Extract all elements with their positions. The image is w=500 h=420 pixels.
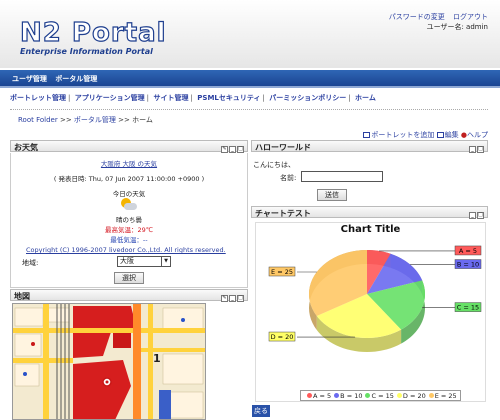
add-portlet-icon[interactable] (363, 132, 371, 138)
header-links: パスワードの変更 ログアウト (383, 12, 488, 22)
edit-link[interactable]: 編集 (445, 131, 459, 139)
map-image: 1 (13, 304, 205, 419)
hello-title: ハローワールド (255, 143, 311, 152)
nav-separator: | (348, 94, 351, 102)
nav-separator: | (190, 94, 193, 102)
add-portlet-link[interactable]: ポートレットを追加 (371, 131, 434, 139)
map-title: 地図 (14, 292, 30, 301)
nav-psml-security[interactable]: PSMLセキュリティ (197, 94, 260, 102)
map-portlet-title: 地図 ✎ _ □ (10, 289, 248, 302)
region-label: 地域: (22, 259, 39, 267)
breadcrumb-root[interactable]: Root Folder (18, 116, 58, 124)
legend-swatch-D (396, 393, 402, 398)
svg-text:1: 1 (153, 352, 161, 365)
weather-published: ( 発表日時: Thu, 07 Jun 2007 11:00:00 +0900 … (53, 175, 205, 183)
nav-home[interactable]: ホーム (355, 94, 376, 102)
weather-content: 大阪府 大阪 の天気 ( 発表日時: Thu, 07 Jun 2007 11:0… (10, 154, 248, 244)
change-password-link[interactable]: パスワードの変更 (389, 13, 445, 21)
name-label: 名前: (280, 174, 297, 182)
menu-portal-admin[interactable]: ポータル管理 (55, 75, 97, 83)
breadcrumb-portal-admin[interactable]: ポータル管理 (74, 116, 116, 124)
maximize-icon[interactable]: □ (477, 146, 484, 153)
help-link[interactable]: ヘルプ (467, 131, 488, 139)
nav-separator: | (68, 94, 71, 102)
region-select[interactable]: 大阪 ▼ (117, 256, 171, 267)
hello-greeting: こんにちは、 (253, 161, 295, 169)
nav-application-admin[interactable]: アプリケーション管理 (75, 94, 145, 102)
chart-portlet-controls: _ □ (468, 209, 484, 219)
weather-portlet-controls: ✎ _ □ (220, 143, 244, 153)
legend-entry-C: C = 15 (371, 392, 394, 400)
chart-area (255, 222, 486, 402)
today-weather-label: 今日の天気 (112, 190, 146, 198)
minimize-icon[interactable]: _ (229, 146, 236, 153)
map-portlet-controls: ✎ _ □ (220, 292, 244, 302)
maximize-icon[interactable]: □ (237, 146, 244, 153)
weather-title: お天気 (14, 143, 38, 152)
edit-icon[interactable] (436, 132, 444, 138)
legend-entry-D: D = 20 (402, 392, 426, 400)
chevron-down-icon[interactable]: ▼ (161, 257, 170, 266)
username-label: ユーザー名: admin (426, 23, 488, 31)
legend-swatch-E (428, 393, 434, 398)
legend-swatch-B (334, 393, 340, 398)
weather-copyright-link[interactable]: Copyright (C) 1996-2007 livedoor Co.,Ltd… (26, 246, 226, 254)
minimize-icon[interactable]: _ (469, 212, 476, 219)
legend-entry-A: A = 5 (313, 392, 332, 400)
legend-entry-E: E = 25 (434, 392, 457, 400)
name-input[interactable] (301, 171, 383, 182)
main-menubar: ユーザ管理 ポータル管理 (0, 70, 500, 86)
chart-legend: A = 5 B = 10 C = 15 D = 20 E = 25 (300, 390, 461, 401)
breadcrumb: Root Folder >> ポータル管理 >> ホーム (18, 115, 153, 125)
portal-logo: N2 Portal Enterprise Information Portal (19, 18, 167, 56)
portal-header: N2 Portal Enterprise Information Portal … (0, 0, 500, 68)
nav-separator: | (262, 94, 265, 102)
menubar-shadow (0, 86, 500, 88)
legend-swatch-C (365, 393, 371, 398)
maximize-icon[interactable]: □ (477, 212, 484, 219)
weather-condition: 晴のち曇 (116, 216, 142, 224)
edit-portlet-icon[interactable]: ✎ (221, 146, 228, 153)
select-button[interactable]: 選択 (114, 272, 144, 284)
maximize-icon[interactable]: □ (237, 295, 244, 302)
nav-portlet-admin[interactable]: ポートレット管理 (10, 94, 66, 102)
breadcrumb-home: ホーム (132, 116, 153, 124)
logout-link[interactable]: ログアウト (453, 13, 488, 21)
page-actions: ポートレットを追加 編集 ●ヘルプ (363, 130, 488, 140)
breadcrumb-separator: >> (59, 116, 72, 124)
edit-portlet-icon[interactable]: ✎ (221, 295, 228, 302)
min-temperature: 最低気温：-- (110, 236, 148, 244)
nav-divider (10, 109, 488, 110)
chart-portlet-title: チャートテスト _ □ (251, 206, 488, 219)
nav-site-admin[interactable]: サイト管理 (153, 94, 188, 102)
nav-separator: | (146, 94, 150, 102)
nav-permission-policy[interactable]: パーミッションポリシー (269, 94, 346, 102)
region-select-value: 大阪 (120, 257, 134, 265)
sun-cloud-icon (120, 198, 138, 212)
weather-location-link[interactable]: 大阪府 大阪 の天気 (101, 160, 157, 168)
minimize-icon[interactable]: _ (229, 295, 236, 302)
logo-title: N2 Portal (19, 18, 167, 48)
menu-user-admin[interactable]: ユーザ管理 (12, 75, 47, 83)
send-button[interactable]: 送信 (317, 189, 347, 201)
max-temperature: 最高気温：29℃ (104, 226, 154, 234)
legend-swatch-A (307, 393, 312, 398)
logo-subtitle: Enterprise Information Portal (20, 47, 153, 56)
weather-portlet-title: お天気 ✎ _ □ (10, 140, 248, 153)
admin-navbar: ポートレット管理 | アプリケーション管理 | サイト管理 | PSMLセキュリティ |… (10, 93, 376, 103)
legend-entry-B: B = 10 (340, 392, 363, 400)
hello-portlet-title: ハローワールド _ □ (251, 140, 488, 153)
chart-portlet-title-text: チャートテスト (255, 209, 311, 218)
chart-title: Chart Title (340, 224, 401, 235)
hello-portlet-controls: _ □ (468, 143, 484, 153)
breadcrumb-separator: >> (118, 116, 130, 124)
map-view[interactable]: 1 (12, 303, 206, 420)
back-link[interactable]: 戻る (252, 405, 270, 417)
minimize-icon[interactable]: _ (469, 146, 476, 153)
